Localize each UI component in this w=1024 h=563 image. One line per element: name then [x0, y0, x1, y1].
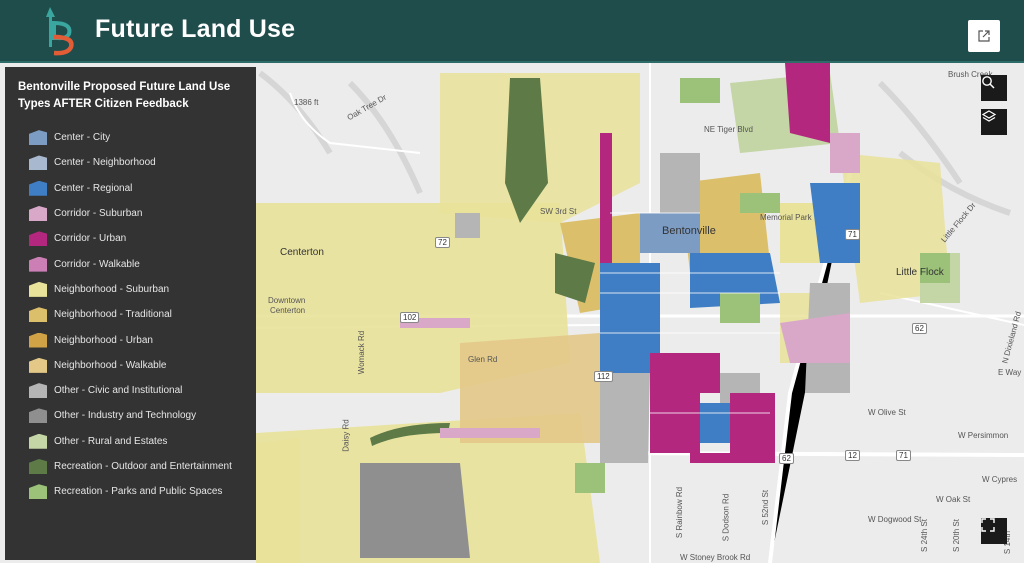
label-persimmon: W Persimmon — [958, 431, 1009, 440]
app-title: Future Land Use — [95, 15, 296, 43]
label-tiger-blvd: NE Tiger Blvd — [704, 125, 753, 134]
label-glen: Glen Rd — [468, 355, 498, 364]
legend-label: Center - Regional — [54, 182, 133, 194]
legend-swatch — [29, 180, 47, 196]
map-search-button[interactable] — [981, 75, 1007, 101]
legend-swatch — [29, 130, 47, 146]
label-52nd: S 52nd St — [761, 489, 771, 526]
legend-list: Center - City Center - Neighborhood Center… — [17, 125, 244, 504]
label-24th: S 24th St — [919, 519, 929, 552]
map-layers-button[interactable] — [981, 109, 1007, 135]
label-oak-st: W Oak St — [936, 495, 971, 504]
legend-label: Center - City — [54, 132, 111, 144]
legend-label: Neighborhood - Walkable — [54, 359, 167, 371]
legend-item: Corridor - Walkable — [17, 251, 244, 276]
hwy-12-shield: 12 — [845, 450, 860, 461]
layers-icon — [981, 110, 997, 122]
legend-swatch — [29, 307, 47, 323]
label-olive: W Olive St — [868, 408, 906, 417]
legend-item: Recreation - Outdoor and Entertainment — [17, 454, 244, 479]
legend-label: Neighborhood - Urban — [54, 334, 153, 346]
search-icon — [982, 76, 995, 89]
label-stoney-brook: W Stoney Brook Rd — [680, 553, 751, 562]
label-womack: Womack Rd — [357, 330, 367, 375]
legend-item: Center - Neighborhood — [17, 150, 244, 175]
label-little-flock: Little Flock — [896, 267, 944, 278]
legend-item: Other - Rural and Estates — [17, 429, 244, 454]
legend-swatch — [29, 433, 47, 449]
label-bentonville: Bentonville — [662, 225, 716, 237]
label-rainbow: S Rainbow Rd — [675, 486, 685, 539]
legend-item: Center - City — [17, 125, 244, 150]
legend-swatch — [29, 231, 47, 247]
app-header: Future Land Use — [0, 0, 1024, 63]
hwy-62-shield-east: 62 — [912, 323, 927, 334]
label-3rd-st: SW 3rd St — [540, 207, 577, 216]
label-e-way: E Way — [998, 368, 1022, 377]
legend-swatch — [29, 281, 47, 297]
legend-label: Corridor - Walkable — [54, 258, 140, 270]
legend-swatch — [29, 357, 47, 373]
legend-panel: Bentonville Proposed Future Land Use Typ… — [5, 67, 256, 560]
label-downtown: Downtown — [268, 296, 306, 305]
legend-swatch — [29, 408, 47, 424]
legend-label: Recreation - Parks and Public Spaces — [54, 486, 223, 498]
legend-swatch — [29, 459, 47, 474]
label-daisy: Daisy Rd — [341, 419, 351, 452]
label-downtown-centerton: Centerton — [270, 306, 306, 315]
legend-swatch — [29, 256, 47, 272]
legend-item: Neighborhood - Traditional — [17, 302, 244, 327]
hwy-102-shield: 102 — [400, 312, 420, 323]
label-elevation: 1386 ft — [294, 98, 319, 107]
fullscreen-icon — [981, 518, 995, 532]
legend-item: Neighborhood - Walkable — [17, 353, 244, 378]
legend-title: Bentonville Proposed Future Land Use Typ… — [18, 81, 231, 110]
legend-label: Neighborhood - Traditional — [54, 309, 172, 321]
map-fullscreen-button[interactable] — [981, 518, 1007, 544]
share-button[interactable] — [968, 20, 1000, 52]
external-link-icon — [978, 30, 990, 42]
legend-label: Corridor - Urban — [54, 233, 127, 245]
label-dodson: S Dodson Rd — [721, 493, 731, 542]
label-20th: S 20th St — [951, 519, 961, 552]
label-centerton: Centerton — [280, 247, 324, 258]
legend-label: Recreation - Outdoor and Entertainment — [54, 461, 232, 472]
legend-swatch — [29, 332, 47, 348]
legend-item: Corridor - Urban — [17, 226, 244, 251]
legend-item: Neighborhood - Suburban — [17, 277, 244, 302]
legend-label: Neighborhood - Suburban — [54, 283, 170, 295]
legend-swatch — [29, 155, 47, 171]
hwy-62-shield-south: 62 — [779, 453, 794, 464]
legend-label: Other - Industry and Technology — [54, 410, 197, 422]
legend-label: Corridor - Suburban — [54, 208, 143, 220]
legend-swatch — [29, 206, 47, 222]
legend-label: Center - Neighborhood — [54, 157, 156, 169]
legend-item: Corridor - Suburban — [17, 201, 244, 226]
hwy-71b-shield: 71 — [845, 229, 860, 240]
legend-label: Other - Rural and Estates — [54, 435, 168, 447]
legend-item: Recreation - Parks and Public Spaces — [17, 479, 244, 504]
label-dogwood: W Dogwood St — [868, 515, 922, 524]
label-cypress: W Cypres — [982, 475, 1018, 484]
legend-swatch — [29, 383, 47, 399]
label-memorial-park: Memorial Park — [760, 213, 812, 222]
legend-item: Other - Industry and Technology — [17, 403, 244, 428]
legend-label: Other - Civic and Institutional — [54, 385, 183, 397]
hwy-71-shield: 71 — [896, 450, 911, 461]
bentonville-logo-icon — [46, 7, 74, 56]
hwy-112-shield: 112 — [594, 371, 613, 382]
hwy-72-shield: 72 — [435, 237, 450, 248]
legend-item: Center - Regional — [17, 176, 244, 201]
legend-item: Other - Civic and Institutional — [17, 378, 244, 403]
legend-swatch — [29, 484, 47, 500]
legend-item: Neighborhood - Urban — [17, 327, 244, 352]
